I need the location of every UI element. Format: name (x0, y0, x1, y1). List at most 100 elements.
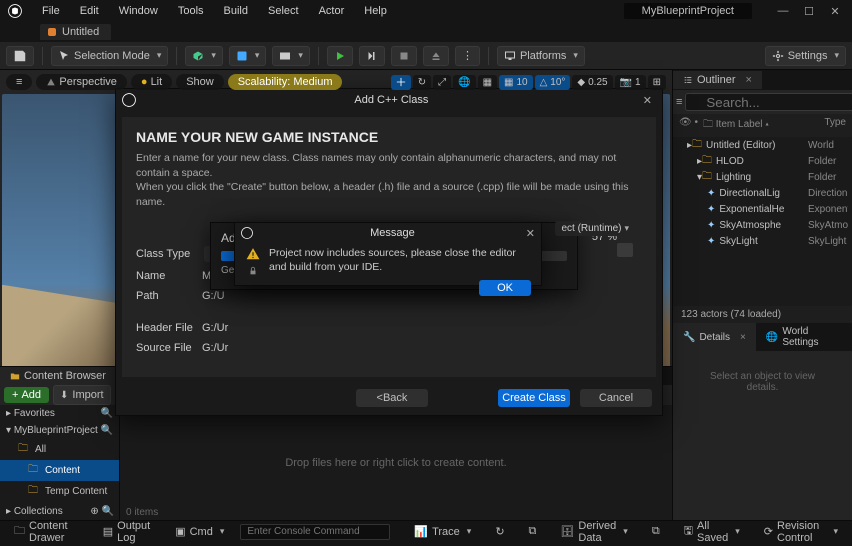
menu-tools[interactable]: Tools (168, 2, 214, 20)
transform-scale-button[interactable]: ⤢ (433, 75, 451, 90)
path-label: Path (136, 290, 202, 302)
message-dialog: Message ✕ Project now includes sources, … (234, 222, 542, 286)
level-icon (48, 28, 56, 36)
menu-file[interactable]: File (32, 2, 70, 20)
tree-item-all[interactable]: 🗀All (0, 439, 119, 460)
stop-icon (398, 50, 410, 62)
blueprint-dropdown[interactable] (229, 46, 267, 66)
add-collection-icon[interactable]: ⊕ (90, 506, 98, 517)
lit-label: Lit (151, 76, 163, 88)
camera-speed[interactable]: 📷 1 (615, 75, 646, 90)
project-name: MyBlueprintProject (624, 3, 752, 19)
stop-button[interactable] (391, 46, 417, 66)
tree-row[interactable]: ✦SkyLightSkyLight (673, 233, 852, 249)
create-class-button[interactable]: Create Class (498, 389, 570, 407)
outliner-tab[interactable]: Outliner× (673, 71, 762, 89)
skip-button[interactable] (359, 46, 385, 66)
eject-button[interactable] (423, 46, 449, 66)
outliner-icon (683, 75, 693, 85)
cancel-button[interactable]: Cancel (580, 389, 652, 407)
tree-row[interactable]: ✦SkyAtmospheSkyAtmo (673, 217, 852, 233)
outliner-status: 123 actors (74 loaded) (673, 306, 852, 323)
close-icon[interactable]: × (746, 74, 752, 86)
type-column-header[interactable]: Type (824, 117, 846, 134)
eye-icon[interactable]: 👁 (679, 117, 692, 128)
ok-button[interactable]: OK (479, 280, 531, 296)
tree-row[interactable]: ▸ 🗀Untitled (Editor)World (673, 137, 852, 153)
tree-row[interactable]: ▸ 🗀HLODFolder (673, 153, 852, 169)
grid-snap-toggle[interactable]: ▦ 10 (499, 75, 533, 90)
angle-snap-toggle[interactable]: △ 10° (535, 75, 571, 90)
transform-rotate-button[interactable]: ↻ (413, 75, 431, 90)
search-icon[interactable]: 🔍 (102, 506, 114, 517)
menu-build[interactable]: Build (214, 2, 258, 20)
play-options-button[interactable]: ⋮ (455, 46, 480, 66)
header-label: Header File (136, 322, 202, 334)
add-content-button[interactable]: +Add (4, 387, 49, 403)
scalability-dropdown[interactable]: Scalability: Medium (228, 74, 343, 90)
settings-dropdown[interactable]: Settings (765, 46, 846, 66)
cube-plus-icon (192, 50, 204, 62)
search-icon[interactable]: 🔍 (101, 408, 113, 419)
outliner-tree[interactable]: ▸ 🗀Untitled (Editor)World▸ 🗀HLODFolder▾ … (673, 137, 852, 306)
dialog-heading: NAME YOUR NEW GAME INSTANCE (136, 129, 642, 145)
menu-select[interactable]: Select (258, 2, 309, 20)
lit-dropdown[interactable]: ●Lit (131, 74, 172, 90)
lock-icon (248, 265, 258, 277)
platforms-dropdown[interactable]: Platforms (497, 46, 585, 66)
world-settings-tab[interactable]: 🌐World Settings (756, 323, 852, 351)
details-hint: Select an object to view details. (673, 351, 852, 413)
close-button[interactable]: ✕ (526, 227, 535, 240)
document-tab-untitled[interactable]: Untitled (40, 24, 111, 40)
project-section[interactable]: ▾ MyBlueprintProject🔍 (0, 422, 119, 439)
content-grid[interactable]: Drop files here or right click to create… (120, 405, 672, 520)
name-label: Name (136, 270, 202, 282)
play-icon (334, 50, 346, 62)
play-button[interactable] (327, 46, 353, 66)
menu-edit[interactable]: Edit (70, 2, 109, 20)
menu-help[interactable]: Help (354, 2, 397, 20)
perspective-icon (46, 77, 56, 87)
scale-snap-toggle[interactable]: ◆ 0.25 (572, 75, 612, 90)
menu-actor[interactable]: Actor (309, 2, 355, 20)
show-dropdown[interactable]: Show (176, 74, 224, 90)
viewport-layout-button[interactable]: ⊞ (648, 75, 666, 90)
import-button[interactable]: ⬇Import (53, 385, 111, 405)
coord-space-button[interactable]: 🌐 (453, 75, 475, 90)
collections-section[interactable]: ▸ Collections⊕ 🔍 (0, 503, 120, 520)
favorites-section[interactable]: ▸ Favorites🔍 (0, 405, 119, 422)
cinematics-dropdown[interactable] (272, 46, 310, 66)
maximize-button[interactable]: ☐ (796, 2, 822, 20)
item-count: 0 items (126, 507, 158, 518)
outliner-search-input[interactable] (685, 93, 852, 111)
filter-button[interactable]: ≡ (676, 94, 682, 110)
close-icon[interactable]: × (740, 332, 746, 343)
save-button[interactable] (6, 46, 34, 66)
close-button[interactable]: ✕ (639, 94, 656, 107)
back-button[interactable]: <Back (356, 389, 428, 407)
menu-window[interactable]: Window (109, 2, 168, 20)
runtime-dropdown[interactable]: ect (Runtime) (555, 221, 635, 236)
path-value[interactable]: G:/U (202, 290, 225, 302)
transform-move-button[interactable] (391, 75, 411, 90)
close-button[interactable]: ✕ (822, 2, 848, 20)
tree-row[interactable]: ✦DirectionalLigDirection (673, 185, 852, 201)
dialog-description: Enter a name for your new class. Class n… (136, 151, 642, 210)
tree-item-temp[interactable]: 🗀Temp Content (0, 481, 119, 502)
add-content-dropdown[interactable] (185, 46, 223, 66)
tree-row[interactable]: ✦ExponentialHeExponent (673, 201, 852, 217)
skip-icon (366, 50, 378, 62)
folder-icon (10, 371, 20, 381)
surface-snap-button[interactable]: ▦ (478, 75, 497, 90)
details-tab[interactable]: 🔧Details× (673, 323, 756, 351)
viewport-options-menu[interactable]: ≡ (6, 74, 32, 90)
perspective-dropdown[interactable]: Perspective (36, 74, 126, 90)
tree-item-content[interactable]: 🗀Content (0, 460, 119, 481)
minimize-button[interactable]: — (770, 2, 796, 20)
pin-icon[interactable]: • (694, 117, 698, 128)
selection-mode-dropdown[interactable]: Selection Mode (51, 46, 168, 66)
tree-row[interactable]: ▾ 🗀LightingFolder (673, 169, 852, 185)
content-browser-tab[interactable]: Content Browser× (0, 367, 132, 385)
search-icon[interactable]: 🔍 (101, 425, 113, 436)
browse-folder-button[interactable] (617, 243, 633, 257)
